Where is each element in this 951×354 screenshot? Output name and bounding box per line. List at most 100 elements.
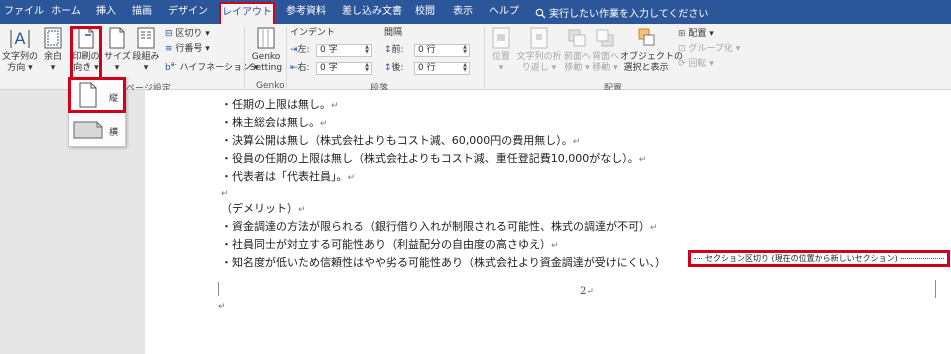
margins-label: 余白 xyxy=(43,52,62,62)
doc-line-text: ・株主総会は無し。 xyxy=(221,116,320,129)
spinner-arrows-icon[interactable]: ▲ ▼ xyxy=(461,45,469,56)
tab-draw[interactable]: 描画 xyxy=(125,3,159,23)
doc-line[interactable]: ・社員同士が対立する可能性あり（利益配分の自由度の高さゆえ）↵ xyxy=(221,236,559,252)
tell-me-box[interactable]: 実行したい作業を入力してください xyxy=(535,5,708,20)
portrait-option-highlight xyxy=(68,77,126,113)
doc-line[interactable]: ・知名度が低いため信頼性はやや劣る可能性あり（株式会社より資金調達が受けにくい、… xyxy=(221,254,666,270)
doc-line[interactable]: ・株主総会は無し。↵ xyxy=(221,114,328,130)
bring-forward-label-1: 前面へ xyxy=(564,52,592,62)
spinner-arrows-icon[interactable]: ▲ ▼ xyxy=(461,63,469,74)
orientation-landscape-option[interactable]: 横 xyxy=(69,113,125,146)
rotate-button[interactable]: ⟳ 回転 ▾ xyxy=(678,58,714,71)
send-backward-button[interactable]: 背面へ 移動 ▾ xyxy=(592,26,619,74)
bring-forward-icon xyxy=(568,29,586,47)
tab-review[interactable]: 校閲 xyxy=(410,3,440,23)
doc-line[interactable]: ・代表者は「代表社員」。↵ xyxy=(221,168,355,184)
doc-line[interactable]: ・任期の上限は無し。↵ xyxy=(221,96,339,112)
tab-help[interactable]: ヘルプ xyxy=(484,3,524,23)
space-after-input[interactable]: 0 行 ▲ ▼ xyxy=(414,62,470,75)
size-caret: ▾ xyxy=(114,63,120,73)
paragraph-mark: ↵ xyxy=(347,173,356,183)
paragraph-mark: ↵ xyxy=(218,302,226,312)
separator xyxy=(244,26,245,88)
align-button[interactable]: ⊞ 配置 ▾ xyxy=(678,28,714,41)
selection-pane-button[interactable]: オブジェクトの 選択と表示 xyxy=(620,26,683,74)
paragraph-mark: ↵ xyxy=(320,119,328,129)
indent-left-label: ⇥左: xyxy=(290,44,310,57)
landscape-label: 横 xyxy=(109,128,119,138)
group-label: グループ化 ▾ xyxy=(688,44,741,54)
paragraph-mark: ↵ xyxy=(331,101,339,111)
tab-view[interactable]: 表示 xyxy=(448,3,478,23)
tab-design[interactable]: デザイン xyxy=(164,3,212,23)
doc-line[interactable]: ・役員の任期の上限は無し（株式会社よりもコスト減、重任登記費10,000がなし）… xyxy=(221,150,646,166)
text-direction-button[interactable]: A 文字列の 方向 ▾ xyxy=(2,26,38,74)
space-before-input[interactable]: 0 行 ▲ ▼ xyxy=(414,44,470,57)
indent-left-value: 0 字 xyxy=(320,45,338,55)
columns-icon xyxy=(137,27,155,49)
wrap-text-label-2: り返し ▾ xyxy=(521,63,557,73)
text-direction-icon: A xyxy=(10,29,30,48)
doc-line-text: ・役員の任期の上限は無し（株式会社よりもコスト減、重任登記費10,000がなし）… xyxy=(221,152,639,165)
text-direction-label-1: 文字列の xyxy=(2,52,39,62)
line-numbers-icon: ≡ xyxy=(165,44,173,54)
genko-icon xyxy=(257,27,275,49)
position-icon xyxy=(492,27,510,49)
position-caret: ▾ xyxy=(498,63,504,73)
wrap-text-icon xyxy=(530,27,548,49)
spacing-title: 間隔 xyxy=(384,28,403,38)
bring-forward-label-2: 移動 ▾ xyxy=(564,63,590,73)
doc-line-text: （デメリット） xyxy=(221,202,298,215)
wrap-text-button[interactable]: 文字列の折 り返し ▾ xyxy=(516,26,562,74)
paragraph-mark: ↵ xyxy=(650,223,658,233)
space-after-label: ↕後: xyxy=(384,62,404,75)
space-before-label: ↕前: xyxy=(384,44,404,57)
orientation-highlight xyxy=(70,26,102,80)
tab-file[interactable]: ファイル xyxy=(4,3,44,23)
indent-right-value: 0 字 xyxy=(320,63,338,73)
columns-button[interactable]: 段組み ▾ xyxy=(132,26,160,74)
rotate-label: 回転 ▾ xyxy=(688,59,714,69)
send-backward-icon xyxy=(596,29,614,47)
space-after-icon: ↕ xyxy=(384,63,392,73)
genko-setting-button[interactable]: Genko Setting xyxy=(248,26,284,74)
doc-line[interactable]: ・資金調達の方法が限られる（銀行借り入れが制限される可能性、株式の調達が不可）↵ xyxy=(221,218,658,234)
tab-mailings[interactable]: 差し込み文書 xyxy=(337,3,407,23)
paragraph-mark: ↵ xyxy=(221,189,229,199)
wrap-text-label-1: 文字列の折 xyxy=(516,52,562,62)
separator xyxy=(286,26,287,88)
indent-left-input[interactable]: 0 字 ▲ ▼ xyxy=(316,44,372,57)
text-direction-label-2: 方向 ▾ xyxy=(7,63,33,73)
tab-home[interactable]: ホーム xyxy=(46,3,86,23)
tab-layout[interactable]: レイアウト xyxy=(219,2,275,24)
hyphenation-label: ハイフネーション ▾ xyxy=(179,63,259,73)
position-button[interactable]: 位置 ▾ xyxy=(488,26,514,74)
section-break-marker[interactable]: セクション区切り (現在の位置から新しいセクション) xyxy=(688,250,950,267)
group-icon: ⊡ xyxy=(678,44,686,54)
tab-insert[interactable]: 挿入 xyxy=(90,3,122,23)
spinner-arrows-icon[interactable]: ▲ ▼ xyxy=(363,45,371,56)
size-button[interactable]: サイズ ▾ xyxy=(104,26,131,74)
page-margin-marker xyxy=(935,280,936,298)
doc-line-text: ・資金調達の方法が限られる（銀行借り入れが制限される可能性、株式の調達が不可） xyxy=(221,220,650,233)
indent-right-icon: ⇤ xyxy=(290,63,298,73)
margins-icon xyxy=(44,27,62,49)
section-break-label: セクション区切り (現在の位置から新しいセクション) xyxy=(703,254,900,263)
bring-forward-button[interactable]: 前面へ 移動 ▾ xyxy=(564,26,592,74)
margins-button[interactable]: 余白 ▾ xyxy=(40,26,66,74)
line-numbers-button[interactable]: ≡ 行番号 ▾ xyxy=(165,43,210,56)
tab-references[interactable]: 参考資料 xyxy=(280,3,332,23)
breaks-button[interactable]: ⊟ 区切り ▾ xyxy=(165,28,210,41)
doc-line[interactable]: （デメリット）↵ xyxy=(221,200,306,216)
group-button[interactable]: ⊡ グループ化 ▾ xyxy=(678,43,740,56)
rotate-icon: ⟳ xyxy=(678,59,686,69)
indent-right-input[interactable]: 0 字 ▲ ▼ xyxy=(316,62,372,75)
doc-line[interactable]: ・決算公開は無し（株式会社よりもコスト減、60,000円の費用無し）。↵ xyxy=(221,132,580,148)
space-after-value: 0 行 xyxy=(418,63,436,73)
size-label: サイズ xyxy=(104,52,131,62)
spinner-arrows-icon[interactable]: ▲ ▼ xyxy=(363,63,371,74)
doc-line-text: ・知名度が低いため信頼性はやや劣る可能性あり（株式会社より資金調達が受けにくい、… xyxy=(221,256,667,269)
margins-caret: ▾ xyxy=(50,63,56,73)
indent-left-text: 左: xyxy=(297,45,310,55)
doc-line-empty[interactable]: ↵ xyxy=(221,186,229,199)
